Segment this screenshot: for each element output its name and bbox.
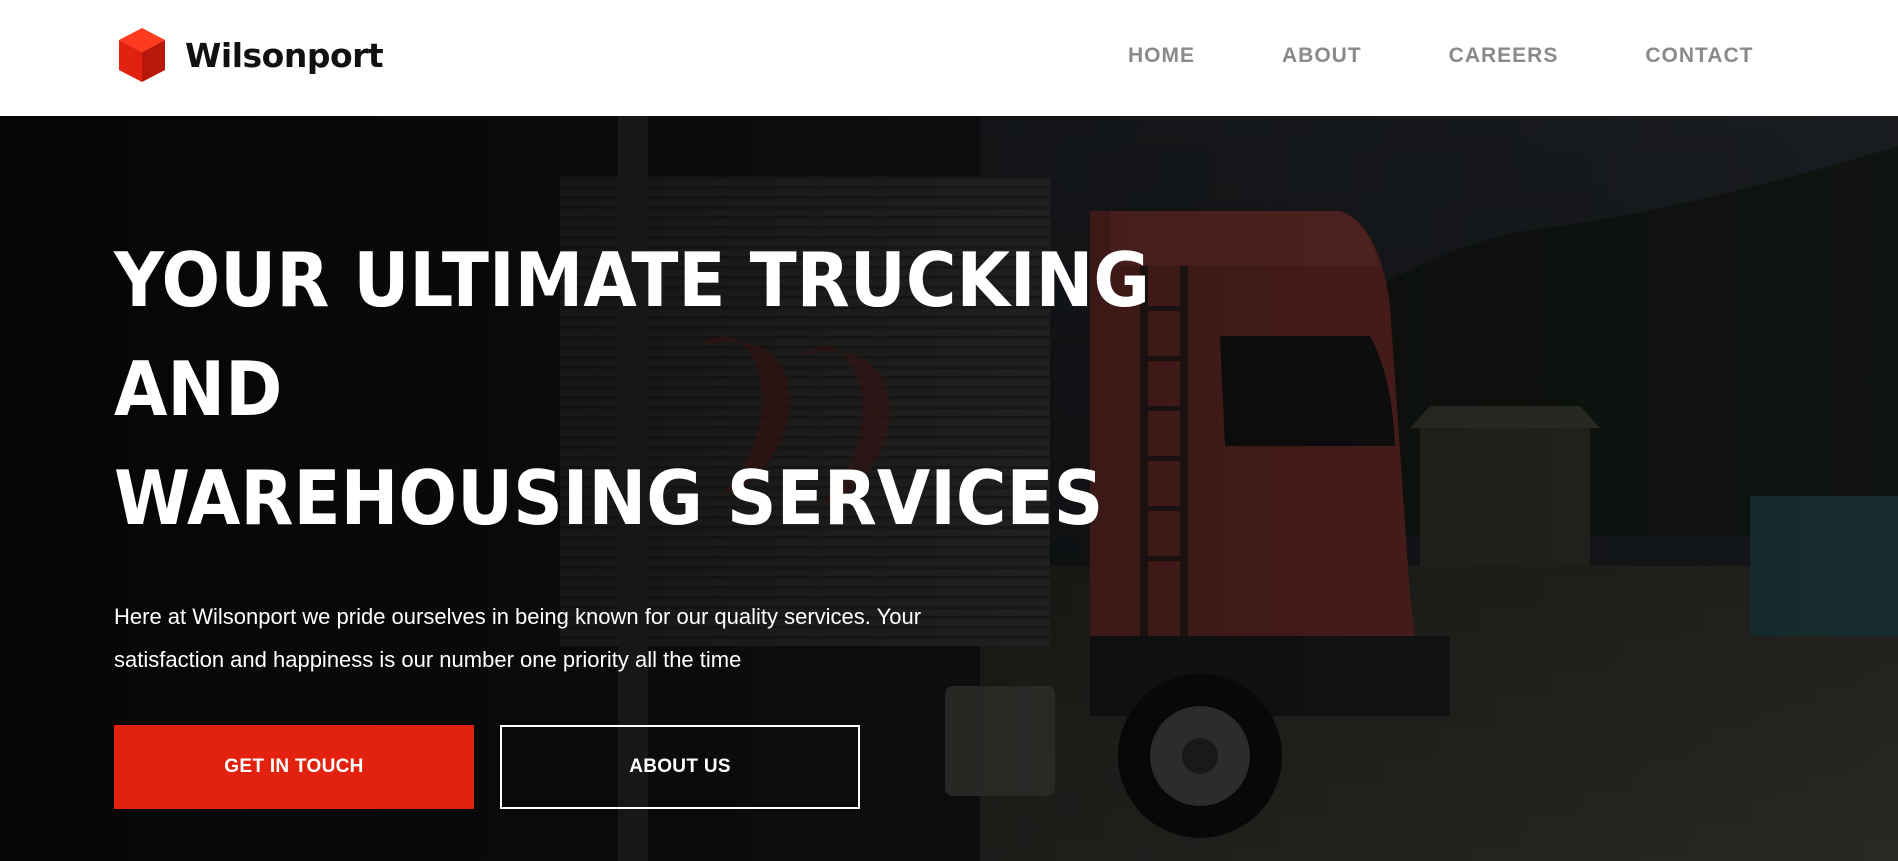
hero-buttons: GET IN TOUCH ABOUT US [114, 725, 1414, 809]
hero-content: YOUR ULTIMATE TRUCKING AND WAREHOUSING S… [114, 226, 1414, 809]
nav-home[interactable]: HOME [1128, 44, 1195, 68]
brand-logo-link[interactable]: Wilsonport [117, 26, 384, 84]
red-cube-icon [119, 28, 165, 82]
nav-about[interactable]: ABOUT [1282, 44, 1362, 68]
get-in-touch-button[interactable]: GET IN TOUCH [114, 725, 474, 809]
brand-name: Wilsonport [185, 35, 384, 75]
hero-headline: YOUR ULTIMATE TRUCKING AND WAREHOUSING S… [114, 226, 1310, 553]
hero-subtext: Here at Wilsonport we pride ourselves in… [114, 604, 922, 672]
nav-careers[interactable]: CAREERS [1449, 44, 1559, 68]
hero-headline-line2: WAREHOUSING SERVICES [114, 454, 1104, 542]
hero-section: YOUR ULTIMATE TRUCKING AND WAREHOUSING S… [0, 116, 1898, 861]
site-header: Wilsonport HOME ABOUT CAREERS CONTACT [0, 0, 1898, 116]
nav-contact[interactable]: CONTACT [1645, 44, 1753, 68]
main-nav: HOME ABOUT CAREERS CONTACT [1128, 44, 1753, 68]
about-us-button[interactable]: ABOUT US [500, 725, 860, 809]
hero-headline-line1: YOUR ULTIMATE TRUCKING AND [114, 236, 1150, 433]
